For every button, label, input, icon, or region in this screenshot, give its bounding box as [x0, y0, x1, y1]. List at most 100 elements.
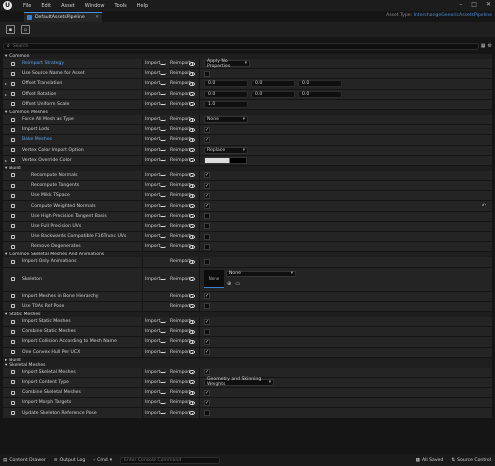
- property-checkbox[interactable]: ✓: [204, 399, 210, 406]
- column-divider[interactable]: [142, 337, 143, 347]
- column-divider[interactable]: [199, 59, 200, 69]
- column-divider[interactable]: [142, 89, 143, 99]
- cmd-dropdown[interactable]: › Cmd ▾: [93, 458, 112, 463]
- column-divider[interactable]: [199, 145, 200, 155]
- settings-gear-icon[interactable]: ⚙: [488, 43, 492, 49]
- console-input[interactable]: Enter Console Command: [120, 456, 221, 464]
- visibility-eye-icon[interactable]: [189, 127, 195, 132]
- column-divider[interactable]: [199, 211, 200, 221]
- column-divider[interactable]: [199, 232, 200, 242]
- source-control-button[interactable]: ⇅ Source Control: [451, 458, 491, 463]
- column-divider[interactable]: [142, 377, 143, 388]
- column-divider[interactable]: [142, 327, 143, 337]
- skeleton-asset-picker[interactable]: None: [226, 270, 296, 277]
- column-divider[interactable]: [199, 191, 200, 201]
- column-divider[interactable]: [199, 398, 200, 408]
- property-dropdown[interactable]: Replace: [204, 146, 248, 154]
- property-checkbox[interactable]: [204, 243, 210, 250]
- column-divider[interactable]: [142, 291, 143, 301]
- column-divider[interactable]: [199, 79, 200, 89]
- column-divider[interactable]: [142, 267, 143, 291]
- import-toggle-icon[interactable]: [160, 225, 166, 228]
- visibility-eye-icon[interactable]: [189, 277, 195, 282]
- column-divider[interactable]: [199, 69, 200, 79]
- visibility-eye-icon[interactable]: [189, 117, 195, 122]
- lock-icon[interactable]: [11, 319, 15, 324]
- vector-component-input[interactable]: 0.0: [204, 90, 248, 98]
- import-toggle-icon[interactable]: [160, 246, 166, 248]
- column-divider[interactable]: [199, 327, 200, 337]
- property-dropdown[interactable]: Geometry and Skinning Weights: [204, 377, 274, 387]
- column-divider[interactable]: [199, 408, 200, 418]
- visibility-eye-icon[interactable]: [189, 304, 195, 309]
- lock-icon[interactable]: [11, 158, 15, 163]
- use-selected-icon[interactable]: ⊕: [227, 281, 231, 287]
- menu-help[interactable]: Help: [137, 3, 148, 9]
- lock-icon[interactable]: [11, 370, 15, 375]
- expand-arrow-icon[interactable]: ▸: [5, 158, 7, 163]
- import-toggle-icon[interactable]: [160, 341, 166, 343]
- lock-icon[interactable]: [11, 61, 15, 66]
- column-divider[interactable]: [199, 388, 200, 398]
- lock-icon[interactable]: [11, 304, 15, 309]
- import-toggle-icon[interactable]: [160, 412, 166, 415]
- visibility-eye-icon[interactable]: [189, 390, 195, 395]
- column-divider[interactable]: [142, 347, 143, 357]
- import-toggle-icon[interactable]: [160, 185, 166, 187]
- column-divider[interactable]: [199, 201, 200, 211]
- column-divider[interactable]: [142, 135, 143, 145]
- column-divider[interactable]: [142, 232, 143, 242]
- visibility-eye-icon[interactable]: [189, 319, 195, 324]
- column-divider[interactable]: [142, 316, 143, 327]
- visibility-eye-icon[interactable]: [189, 339, 195, 344]
- column-divider[interactable]: [142, 125, 143, 135]
- lock-icon[interactable]: [11, 117, 15, 122]
- import-toggle-icon[interactable]: [160, 174, 166, 177]
- visibility-eye-icon[interactable]: [189, 71, 195, 76]
- vector-component-input[interactable]: 0.0: [251, 90, 295, 98]
- menu-window[interactable]: Window: [85, 3, 105, 9]
- skeleton-thumbnail[interactable]: None: [204, 269, 224, 288]
- visibility-eye-icon[interactable]: [189, 204, 195, 209]
- property-checkbox[interactable]: ✓: [204, 293, 210, 300]
- visibility-eye-icon[interactable]: [189, 294, 195, 299]
- import-toggle-icon[interactable]: [160, 371, 166, 374]
- lock-icon[interactable]: [11, 329, 15, 334]
- lock-icon[interactable]: [11, 92, 15, 97]
- import-toggle-icon[interactable]: [160, 392, 166, 394]
- lock-icon[interactable]: [11, 350, 15, 355]
- column-divider[interactable]: [142, 99, 143, 109]
- vector-component-input[interactable]: 0.0: [204, 80, 248, 88]
- visibility-eye-icon[interactable]: [189, 92, 195, 97]
- lock-icon[interactable]: [11, 400, 15, 405]
- import-toggle-icon[interactable]: [160, 195, 166, 197]
- lock-icon[interactable]: [11, 339, 15, 344]
- column-divider[interactable]: [142, 221, 143, 231]
- property-checkbox[interactable]: ✓: [204, 136, 210, 143]
- property-checkbox[interactable]: [204, 70, 210, 77]
- expand-arrow-icon[interactable]: ▸: [5, 92, 7, 97]
- lock-icon[interactable]: [11, 127, 15, 132]
- lock-icon[interactable]: [11, 214, 15, 219]
- vector-component-input[interactable]: 0.0: [251, 80, 295, 88]
- column-divider[interactable]: [199, 347, 200, 357]
- column-divider[interactable]: [142, 257, 143, 267]
- column-divider[interactable]: [142, 398, 143, 408]
- property-checkbox[interactable]: ✓: [204, 349, 210, 356]
- column-divider[interactable]: [199, 135, 200, 145]
- visibility-eye-icon[interactable]: [189, 61, 195, 66]
- import-toggle-icon[interactable]: [160, 83, 166, 85]
- import-toggle-icon[interactable]: [160, 149, 166, 152]
- column-divider[interactable]: [199, 367, 200, 377]
- property-checkbox[interactable]: [204, 213, 210, 220]
- property-checkbox[interactable]: ✓: [204, 203, 210, 210]
- all-saved-button[interactable]: ▦ All Saved: [416, 458, 444, 463]
- column-divider[interactable]: [199, 89, 200, 99]
- column-divider[interactable]: [199, 155, 200, 165]
- column-divider[interactable]: [199, 377, 200, 388]
- visibility-eye-icon[interactable]: [189, 259, 195, 264]
- reset-to-default-icon[interactable]: ↶: [482, 203, 486, 209]
- column-divider[interactable]: [142, 69, 143, 79]
- column-divider[interactable]: [142, 181, 143, 191]
- property-checkbox[interactable]: ✓: [204, 172, 210, 179]
